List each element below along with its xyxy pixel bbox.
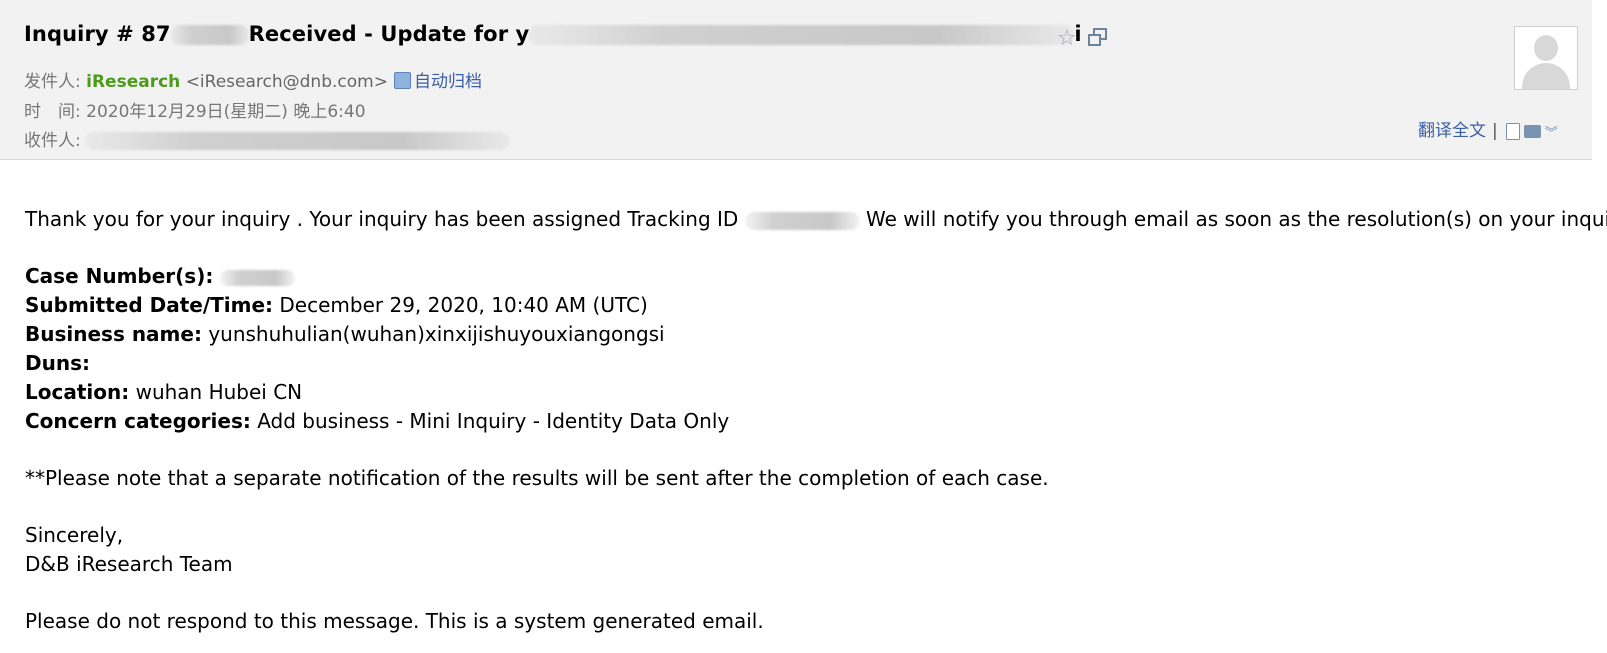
email-subject: Inquiry # 87 Received - Update for yi	[24, 22, 1082, 46]
field-label: Business name:	[25, 322, 202, 346]
star-icon[interactable]: ☆	[1057, 26, 1077, 51]
redacted-tracking-id	[744, 211, 860, 230]
field-submitted: Submitted Date/Time: December 29, 2020, …	[25, 291, 1607, 320]
signature: D&B iResearch Team	[25, 552, 233, 576]
field-label: Location:	[25, 380, 130, 404]
avatar	[1514, 26, 1578, 90]
redacted-text	[529, 25, 1075, 45]
field-label: Duns:	[25, 351, 90, 375]
intro-text: Thank you for your inquiry . Your inquir…	[25, 207, 745, 231]
more-icon[interactable]: ︾	[1545, 122, 1558, 141]
redacted-case-number	[219, 269, 295, 286]
archive-link[interactable]: 自动归档	[414, 72, 482, 92]
translate-link[interactable]: 翻译全文	[1418, 121, 1486, 141]
from-label: 发件人:	[24, 72, 81, 92]
separator: |	[1492, 121, 1498, 141]
popout-icon[interactable]	[1088, 28, 1107, 46]
redacted-text	[170, 25, 249, 45]
sender-name[interactable]: iResearch	[86, 72, 180, 92]
time-row: 时 间: 2020年12月29日(星期二) 晚上6:40	[24, 97, 366, 122]
from-row: 发件人: iResearch <iResearch@dnb.com> 自动归档	[24, 67, 482, 92]
redacted-recipient	[84, 132, 510, 150]
field-value: Add business - Mini Inquiry - Identity D…	[257, 409, 730, 433]
field-concern: Concern categories: Add business - Mini …	[25, 407, 1607, 436]
time-label: 时 间:	[24, 102, 81, 122]
closing: Sincerely,	[25, 523, 124, 547]
header-toolbar: 翻译全文 | ︾	[1418, 116, 1558, 141]
email-body: Thank you for your inquiry . Your inquir…	[25, 205, 1607, 636]
note-paragraph: **Please note that a separate notificati…	[25, 466, 1049, 490]
footer-note: Please do not respond to this message. T…	[25, 609, 764, 633]
print-icon[interactable]	[1523, 124, 1541, 138]
archive-icon[interactable]	[393, 72, 411, 89]
to-label: 收件人:	[24, 131, 81, 151]
to-row: 收件人:	[24, 126, 510, 151]
subject-middle: Received - Update for y	[248, 22, 530, 46]
subject-prefix: Inquiry # 87	[24, 22, 171, 46]
field-business-name: Business name: yunshuhulian(wuhan)xinxij…	[25, 320, 1607, 349]
time-value: 2020年12月29日(星期二) 晚上6:40	[86, 102, 366, 122]
intro-paragraph: Thank you for your inquiry . Your inquir…	[25, 205, 1607, 234]
field-case-number: Case Number(s):	[25, 262, 1607, 291]
field-location: Location: wuhan Hubei CN	[25, 378, 1607, 407]
field-label: Concern categories:	[25, 409, 251, 433]
field-value: wuhan Hubei CN	[135, 380, 303, 404]
field-label: Submitted Date/Time:	[25, 293, 274, 317]
doc-icon[interactable]	[1505, 122, 1520, 140]
sender-email: <iResearch@dnb.com>	[185, 72, 388, 92]
field-duns: Duns:	[25, 349, 1607, 378]
intro-text-cont: We will notify you through email as soon…	[859, 207, 1607, 231]
field-label: Case Number(s):	[25, 264, 214, 288]
field-value: December 29, 2020, 10:40 AM (UTC)	[279, 293, 648, 317]
field-value: yunshuhulian(wuhan)xinxijishuyouxiangong…	[208, 322, 665, 346]
email-header: Inquiry # 87 Received - Update for yi ☆ 发…	[0, 0, 1592, 160]
